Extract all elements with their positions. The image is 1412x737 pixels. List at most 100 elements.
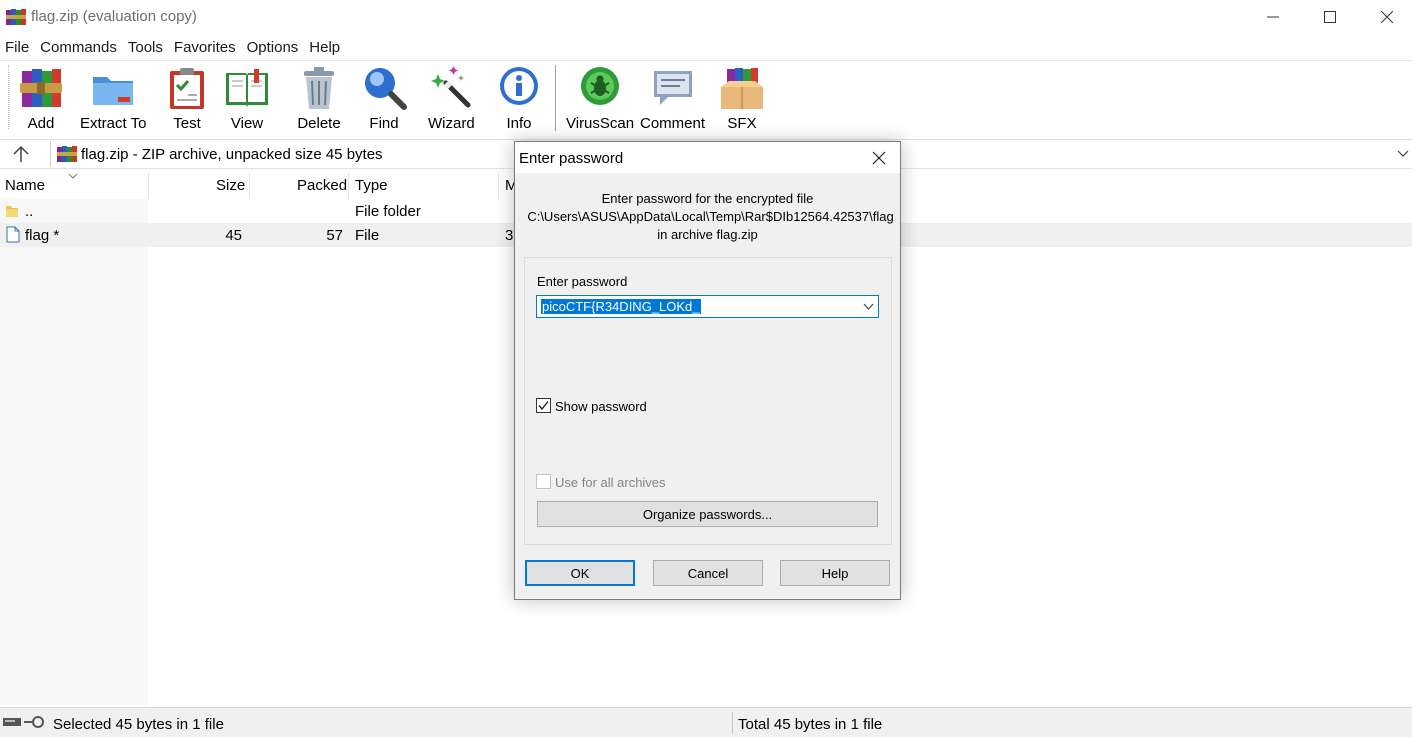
row-name: .. xyxy=(25,203,34,220)
sfx-box-icon xyxy=(721,68,763,109)
trash-can-icon xyxy=(304,67,334,109)
password-combobox[interactable]: picoCTF{R34DING_LOKd_ xyxy=(536,295,879,318)
password-label: Enter password xyxy=(537,274,628,289)
organize-passwords-button[interactable]: Organize passwords... xyxy=(537,501,878,527)
comment-button[interactable]: Comment xyxy=(640,65,705,133)
add-label: Add xyxy=(27,115,55,132)
find-button[interactable]: Find xyxy=(361,65,407,133)
row-name: flag * xyxy=(25,227,60,244)
column-type[interactable]: Type xyxy=(355,177,388,194)
magnifier-icon xyxy=(365,68,407,110)
row-type: File xyxy=(355,227,380,244)
name-column-background xyxy=(0,199,148,705)
winrar-app-icon xyxy=(6,9,26,25)
help-button[interactable]: Help xyxy=(780,560,890,586)
menu-file[interactable]: File xyxy=(0,36,35,58)
view-label: View xyxy=(230,115,264,132)
magic-wand-icon xyxy=(431,66,471,108)
column-divider[interactable] xyxy=(249,173,250,199)
enter-password-dialog: Enter password Enter password for the en… xyxy=(514,141,901,600)
status-total: Total 45 bytes in 1 file xyxy=(738,716,883,733)
column-divider[interactable] xyxy=(498,173,499,199)
wizard-label: Wizard xyxy=(428,115,475,132)
file-icon xyxy=(6,226,20,243)
help-label: Help xyxy=(821,565,849,581)
extract-to-button[interactable]: Extract To xyxy=(80,65,146,133)
close-icon xyxy=(1381,11,1393,23)
chevron-down-icon[interactable] xyxy=(1396,147,1410,161)
password-group: Enter password picoCTF{R34DING_LOKd_ Sho… xyxy=(524,257,892,545)
show-password-checkbox[interactable] xyxy=(536,398,551,413)
dialog-close-button[interactable] xyxy=(867,147,891,169)
dialog-title-bar: Enter password xyxy=(515,142,900,173)
test-button[interactable]: Test xyxy=(164,65,210,133)
row-type: File folder xyxy=(355,203,421,220)
row-packed: 57 xyxy=(326,227,343,244)
open-book-icon xyxy=(226,69,268,107)
column-name[interactable]: Name xyxy=(5,177,45,194)
clipboard-check-icon xyxy=(170,68,204,109)
wizard-button[interactable]: Wizard xyxy=(428,65,475,133)
organize-passwords-label: Organize passwords... xyxy=(642,506,773,522)
use-for-all-archives-checkbox[interactable] xyxy=(536,474,551,489)
toolbar-grip xyxy=(8,65,10,129)
virusscan-label: VirusScan xyxy=(566,115,635,132)
extract-to-label: Extract To xyxy=(80,115,147,132)
password-input-value[interactable]: picoCTF{R34DING_LOKd_ xyxy=(541,299,701,314)
cancel-label: Cancel xyxy=(687,565,729,581)
test-label: Test xyxy=(173,115,201,132)
info-label: Info xyxy=(506,115,532,132)
cancel-button[interactable]: Cancel xyxy=(653,560,763,586)
zip-archive-icon xyxy=(57,146,77,162)
sort-descending-icon xyxy=(68,173,78,179)
ok-button[interactable]: OK xyxy=(525,560,635,586)
sfx-button[interactable]: SFX xyxy=(719,65,765,133)
add-button[interactable]: Add xyxy=(18,65,64,133)
delete-label: Delete xyxy=(297,115,341,132)
view-button[interactable]: View xyxy=(224,65,270,133)
dialog-message-line1: Enter password for the encrypted file xyxy=(601,191,814,206)
show-password-label[interactable]: Show password xyxy=(555,399,647,414)
checkmark-icon xyxy=(538,401,549,411)
info-button[interactable]: Info xyxy=(496,65,542,133)
window-title: flag.zip (evaluation copy) xyxy=(31,8,197,25)
minimize-icon xyxy=(1267,16,1279,18)
menu-favorites[interactable]: Favorites xyxy=(169,36,242,58)
dialog-title: Enter password xyxy=(519,150,624,167)
comment-label: Comment xyxy=(640,115,706,132)
delete-button[interactable]: Delete xyxy=(296,65,342,133)
info-icon xyxy=(500,67,538,105)
winrar-window: flag.zip (evaluation copy) File Commands… xyxy=(0,0,1412,737)
drive-key-icon xyxy=(3,716,44,728)
menu-options[interactable]: Options xyxy=(242,36,305,58)
menu-commands[interactable]: Commands xyxy=(35,36,123,58)
winrar-books-icon xyxy=(20,69,62,107)
dialog-message-line3: in archive flag.zip xyxy=(657,227,758,242)
up-arrow-icon[interactable] xyxy=(10,144,32,164)
address-text: flag.zip - ZIP archive, unpacked size 45… xyxy=(81,146,383,163)
maximize-button[interactable] xyxy=(1301,0,1359,34)
close-button[interactable] xyxy=(1358,0,1412,34)
toolbar-separator xyxy=(555,65,556,131)
minimize-button[interactable] xyxy=(1244,0,1302,34)
column-size[interactable]: Size xyxy=(216,177,245,194)
maximize-icon xyxy=(1324,11,1336,23)
folder-icon xyxy=(6,206,18,217)
find-label: Find xyxy=(369,115,399,132)
column-divider[interactable] xyxy=(348,173,349,199)
bug-scan-icon xyxy=(581,67,620,105)
column-divider[interactable] xyxy=(148,173,149,199)
menu-help[interactable]: Help xyxy=(304,36,346,58)
virusscan-button[interactable]: VirusScan xyxy=(566,65,634,133)
toolbar: Add Extract To Test View Delete Find Wiz… xyxy=(0,60,1412,134)
column-packed[interactable]: Packed xyxy=(297,177,347,194)
chevron-down-icon[interactable] xyxy=(863,302,874,311)
status-bar: Selected 45 bytes in 1 file Total 45 byt… xyxy=(0,707,1412,737)
menu-tools[interactable]: Tools xyxy=(123,36,169,58)
ok-label: OK xyxy=(570,565,590,581)
sfx-label: SFX xyxy=(727,115,757,132)
row-size: 45 xyxy=(225,227,242,244)
use-for-all-archives-label[interactable]: Use for all archives xyxy=(555,475,666,490)
status-selected: Selected 45 bytes in 1 file xyxy=(53,716,224,733)
dialog-message-path: C:\Users\ASUS\AppData\Local\Temp\Rar$DIb… xyxy=(527,209,894,224)
